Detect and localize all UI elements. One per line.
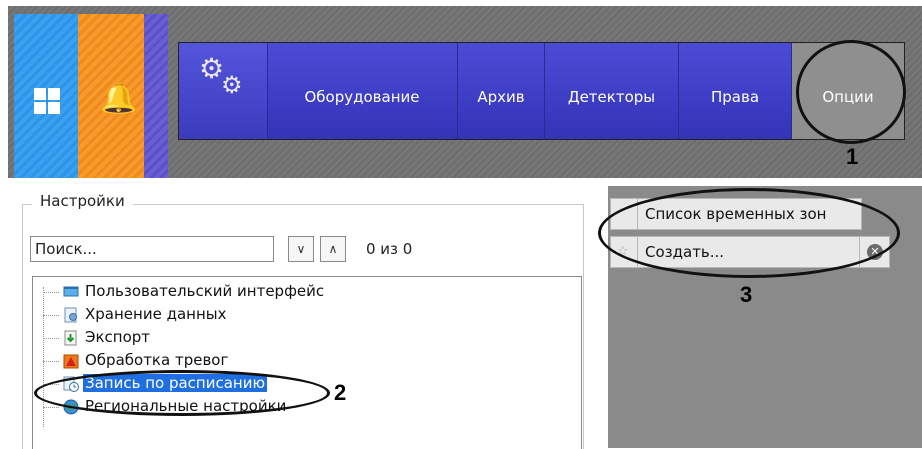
tree-item-label: Региональные настройки bbox=[85, 397, 287, 415]
tree-item-label: Экспорт bbox=[85, 328, 151, 346]
bell-icon: 🔔 bbox=[100, 81, 138, 116]
monitor-icon bbox=[63, 286, 79, 297]
timezone-list-title: Список временных зон bbox=[645, 205, 827, 223]
windows-icon bbox=[34, 88, 60, 114]
star-icon: ☆ bbox=[617, 244, 629, 259]
callout-3: 3 bbox=[740, 282, 753, 307]
tab-rights[interactable]: Права bbox=[679, 43, 792, 139]
tree-item-label: Запись по расписанию bbox=[83, 374, 268, 392]
tree-connector bbox=[43, 287, 44, 427]
alarm-icon bbox=[63, 354, 79, 369]
tab-detectors[interactable]: Детекторы bbox=[545, 43, 679, 139]
tab-options[interactable]: Опции bbox=[792, 43, 904, 139]
search-result-count: 0 из 0 bbox=[366, 240, 413, 258]
tree-item-label: Хранение данных bbox=[85, 305, 227, 323]
tree-item-label: Обработка тревог bbox=[85, 351, 229, 369]
callout-2: 2 bbox=[334, 380, 347, 405]
settings-gears[interactable]: ⚙ ⚙ bbox=[179, 43, 268, 139]
search-input[interactable] bbox=[30, 236, 274, 262]
tab-hardware[interactable]: Оборудование bbox=[267, 43, 458, 139]
export-icon bbox=[64, 330, 77, 346]
alert-tile[interactable]: 🔔 bbox=[78, 14, 144, 178]
settings-title: Настройки bbox=[32, 192, 133, 210]
gear-small-icon: ⚙ bbox=[221, 71, 243, 99]
callout-1: 1 bbox=[846, 144, 859, 169]
settings-tree: Пользовательский интерфейс Хранение данн… bbox=[32, 276, 582, 449]
search-next-button[interactable]: ∨ bbox=[288, 236, 314, 262]
storage-icon bbox=[64, 307, 77, 323]
schedule-icon bbox=[63, 376, 79, 392]
timezone-list-header: Список временных зон bbox=[610, 198, 862, 230]
home-tile[interactable] bbox=[14, 14, 78, 178]
side-tab bbox=[144, 14, 168, 178]
main-nav: ⚙ ⚙ Оборудование Архив Детекторы Права О… bbox=[178, 42, 905, 140]
globe-icon bbox=[63, 399, 79, 415]
tab-archive[interactable]: Архив bbox=[458, 43, 545, 139]
search-prev-button[interactable]: ∧ bbox=[320, 236, 346, 262]
create-timezone-row[interactable]: ☆ Создать... ✕ bbox=[610, 236, 890, 268]
tree-item-label: Пользовательский интерфейс bbox=[85, 282, 325, 300]
create-timezone-label: Создать... bbox=[645, 243, 725, 261]
delete-icon[interactable]: ✕ bbox=[867, 244, 883, 260]
